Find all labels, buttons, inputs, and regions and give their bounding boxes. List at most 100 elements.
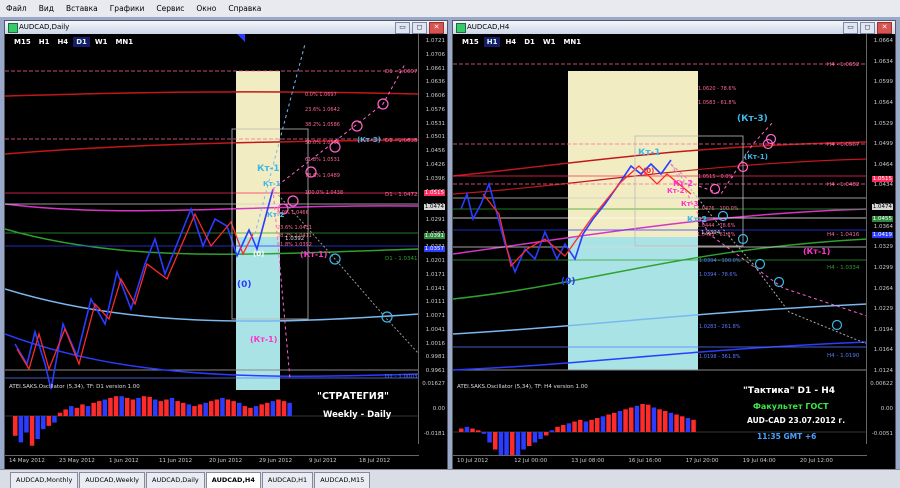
maximize-button[interactable]: ◻	[412, 22, 427, 34]
timeframe-button[interactable]: W1	[91, 37, 111, 47]
osc-bar	[470, 428, 475, 432]
level-label: D1 - 1.0472	[385, 192, 417, 198]
level-label: D1 - 1.0638	[385, 138, 418, 144]
timeframe-button[interactable]: H1	[483, 37, 501, 47]
time-tick: 19 Jul 04:00	[742, 458, 776, 464]
timeframe-button[interactable]: M15	[11, 37, 34, 47]
osc-bar	[515, 432, 521, 457]
date-caption: AUD-CAD 23.07.2012 г.	[747, 416, 846, 425]
price-tick: 1.0299	[873, 264, 893, 271]
chart-tab[interactable]: AUDCAD,M15	[314, 472, 371, 488]
value-label: 1.0394	[701, 230, 721, 236]
chart-tab[interactable]: AUDCAD,H1	[261, 472, 314, 488]
timeframe-button[interactable]: MN1	[112, 37, 137, 47]
minimize-button[interactable]: ▭	[395, 22, 410, 34]
menu-item-2[interactable]: Вставка	[60, 4, 104, 13]
price-tick: 1.0016	[425, 340, 445, 347]
osc-bar	[651, 407, 657, 432]
osc-bar	[13, 416, 18, 436]
chart-tab[interactable]: AUDCAD,Daily	[146, 472, 205, 488]
price-tag: 1.0474	[871, 204, 893, 210]
osc-bar	[476, 430, 481, 433]
osc-bar	[175, 401, 180, 416]
time-tick: 10 Jul 2012	[457, 458, 489, 464]
osc-bar	[24, 416, 29, 433]
timeframe-button[interactable]: H4	[502, 37, 520, 47]
weekly-zone-low	[236, 237, 280, 390]
window-titlebar[interactable]: AUDCAD,Daily ▭ ◻ ✕	[5, 21, 447, 35]
ma-magenta	[5, 203, 420, 212]
osc-bar	[147, 396, 152, 416]
chart-canvas[interactable]: 0.0% 1.0697 23.6% 1.0642 38.2% 1.0586 50.0%…	[5, 34, 447, 470]
price-tick: 1.0071	[425, 313, 445, 319]
timeframe-button[interactable]: D1	[521, 37, 538, 47]
chart-tab[interactable]: AUDCAD,Weekly	[79, 472, 146, 488]
level-label: H4 - 1.0334	[827, 265, 860, 271]
osc-bar	[578, 419, 583, 433]
osc-tick: 0.00622	[870, 381, 893, 387]
timeframe-button[interactable]: D1	[73, 37, 90, 47]
chart-tab[interactable]: AUDCAD,H4	[205, 472, 261, 488]
menu-item-3[interactable]: Графики	[104, 4, 151, 13]
osc-bar	[487, 432, 492, 443]
fib-label: 1.0283 - 261.8%	[699, 324, 741, 330]
minimize-button[interactable]: ▭	[843, 22, 858, 34]
osc-bar	[113, 396, 119, 416]
forecast-gray	[670, 163, 868, 345]
osc-bar	[629, 407, 634, 432]
timeframe-button[interactable]: H4	[54, 37, 72, 47]
chart-tab[interactable]: AUDCAD,Monthly	[10, 472, 79, 488]
menu-item-6[interactable]: Справка	[222, 4, 267, 13]
maximize-button[interactable]: ◻	[860, 22, 875, 34]
close-button[interactable]: ✕	[429, 22, 444, 34]
timeframe-button[interactable]: H1	[35, 37, 53, 47]
time-tick: 11 Jun 2012	[159, 458, 193, 464]
fib-label: 1.0198 - 361.8%	[699, 354, 741, 360]
osc-bar	[18, 416, 24, 443]
window-title: AUDCAD,H4	[467, 23, 510, 31]
osc-bar	[214, 399, 220, 416]
osc-bar	[231, 401, 236, 416]
daily-zone-low	[568, 237, 698, 370]
menu-item-5[interactable]: Окно	[190, 4, 222, 13]
level-label: D1 - 1.0697	[385, 69, 418, 75]
fib-label: 23.6% 1.0642	[305, 107, 340, 113]
price-tag: 1.0515	[871, 176, 893, 182]
osc-bar	[136, 397, 141, 417]
osc-bar	[498, 432, 504, 457]
wave-mark: Кт-1	[257, 164, 280, 174]
fib-label: 23.6% 1.0431	[277, 225, 312, 231]
price-chart[interactable]: M15 H1 H4 D1 W1 MN1 0.0% 1.0697 23.6% 1.0642 38…	[5, 34, 447, 470]
osc-bar	[164, 399, 169, 416]
price-tick: 1.0164	[873, 347, 893, 354]
level-label: H4 - 1.0416	[827, 232, 860, 238]
timeframe-button[interactable]: M15	[459, 37, 482, 47]
price-tick: 1.0141	[425, 285, 445, 292]
window-titlebar[interactable]: AUDCAD,H4 ▭ ◻ ✕	[453, 21, 895, 35]
menu-item-0[interactable]: Файл	[0, 4, 33, 13]
osc-bar	[209, 401, 214, 416]
price-chart[interactable]: M15 H1 H4 D1 W1 MN1 1.0620 - 78.6% 1.0583 - 61…	[453, 34, 895, 470]
osc-bar	[572, 421, 577, 432]
osc-bar	[668, 412, 674, 433]
price-tick: 1.0041	[425, 326, 445, 333]
level-label: H4 - 1.0482	[827, 182, 859, 188]
chart-window-h4[interactable]: AUDCAD,H4 ▭ ◻ ✕ M15 H1 H4 D1 W1 MN1 1.0620 - …	[452, 20, 896, 470]
chart-window-icon	[456, 23, 466, 33]
close-button[interactable]: ✕	[877, 22, 892, 34]
timeframe-button[interactable]: MN1	[560, 37, 585, 47]
osc-tick: 0.01627	[422, 381, 445, 387]
timeframe-button[interactable]: W1	[539, 37, 559, 47]
menu-item-4[interactable]: Сервис	[150, 4, 190, 13]
fib-label: 78.6% 1.0489	[305, 173, 340, 179]
target-circle	[754, 258, 766, 270]
menu-item-1[interactable]: Вид	[33, 4, 60, 13]
price-tick: 1.0434	[873, 182, 893, 189]
price-tick: 1.0111	[425, 299, 445, 306]
chart-window-daily[interactable]: AUDCAD,Daily ▭ ◻ ✕ M15 H1 H4 D1 W1 MN1 0.0% 1…	[4, 20, 448, 470]
oscillator-title: ATEI.SAKS.Oscillator (5,34), TF: H4 vers…	[457, 384, 588, 390]
osc-bar	[225, 399, 231, 416]
time-tick: 20 Jun 2012	[209, 458, 243, 464]
target-circle	[717, 210, 729, 222]
osc-bar	[270, 401, 276, 416]
